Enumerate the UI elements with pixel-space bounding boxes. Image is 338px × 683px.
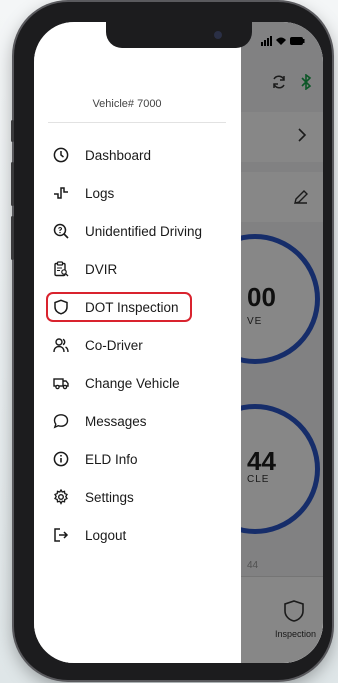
menu-item-label: Logout — [85, 527, 127, 543]
menu-item-label: Unidentified Driving — [85, 223, 203, 239]
logs-pulse-icon — [52, 184, 70, 202]
clipboard-search-icon — [52, 260, 70, 278]
menu-item-label: Dashboard — [85, 147, 152, 163]
menu-item-label: DVIR — [85, 261, 118, 277]
front-camera — [214, 31, 222, 39]
search-question-icon — [52, 222, 70, 240]
logout-icon — [52, 526, 70, 544]
mute-switch — [11, 120, 14, 142]
menu-item-label: Change Vehicle — [85, 375, 180, 391]
gear-icon — [52, 488, 70, 506]
menu-item-label: DOT Inspection — [85, 299, 179, 315]
menu-item-co-driver[interactable]: Co-Driver — [44, 326, 241, 364]
menu-item-label: Logs — [85, 185, 115, 201]
menu-item-label: Settings — [85, 489, 134, 505]
menu-item-change-vehicle[interactable]: Change Vehicle — [44, 364, 241, 402]
navigation-drawer: Vehicle# 7000 Dashboard Logs Unidentifie… — [34, 22, 241, 663]
menu-item-unidentified-driving[interactable]: Unidentified Driving — [44, 212, 241, 250]
clock-icon — [52, 146, 70, 164]
drawer-divider — [48, 122, 226, 123]
truck-icon — [52, 374, 70, 392]
chat-bubble-icon — [52, 412, 70, 430]
menu-item-label: Co-Driver — [85, 337, 143, 353]
phone-screen: 00 VE 44 CLE 44 Inspection Vehicle# 7000… — [34, 22, 323, 663]
vehicle-label: Vehicle# 7000 — [92, 98, 162, 110]
menu-item-settings[interactable]: Settings — [44, 478, 241, 516]
info-icon — [52, 450, 70, 468]
menu-item-eld-info[interactable]: ELD Info — [44, 440, 241, 478]
drawer-menu: Dashboard Logs Unidentified Driving DVIR — [44, 136, 241, 554]
menu-item-logout[interactable]: Logout — [44, 516, 241, 554]
menu-item-dot-inspection[interactable]: DOT Inspection — [44, 288, 241, 326]
users-icon — [52, 336, 70, 354]
volume-up-button — [11, 162, 14, 206]
menu-item-label: Messages — [85, 413, 147, 429]
menu-item-logs[interactable]: Logs — [44, 174, 241, 212]
volume-down-button — [11, 216, 14, 260]
menu-item-dvir[interactable]: DVIR — [44, 250, 241, 288]
menu-item-dashboard[interactable]: Dashboard — [44, 136, 241, 174]
menu-item-label: ELD Info — [85, 451, 138, 467]
phone-notch — [106, 22, 252, 48]
shield-icon — [52, 298, 70, 316]
menu-item-messages[interactable]: Messages — [44, 402, 241, 440]
